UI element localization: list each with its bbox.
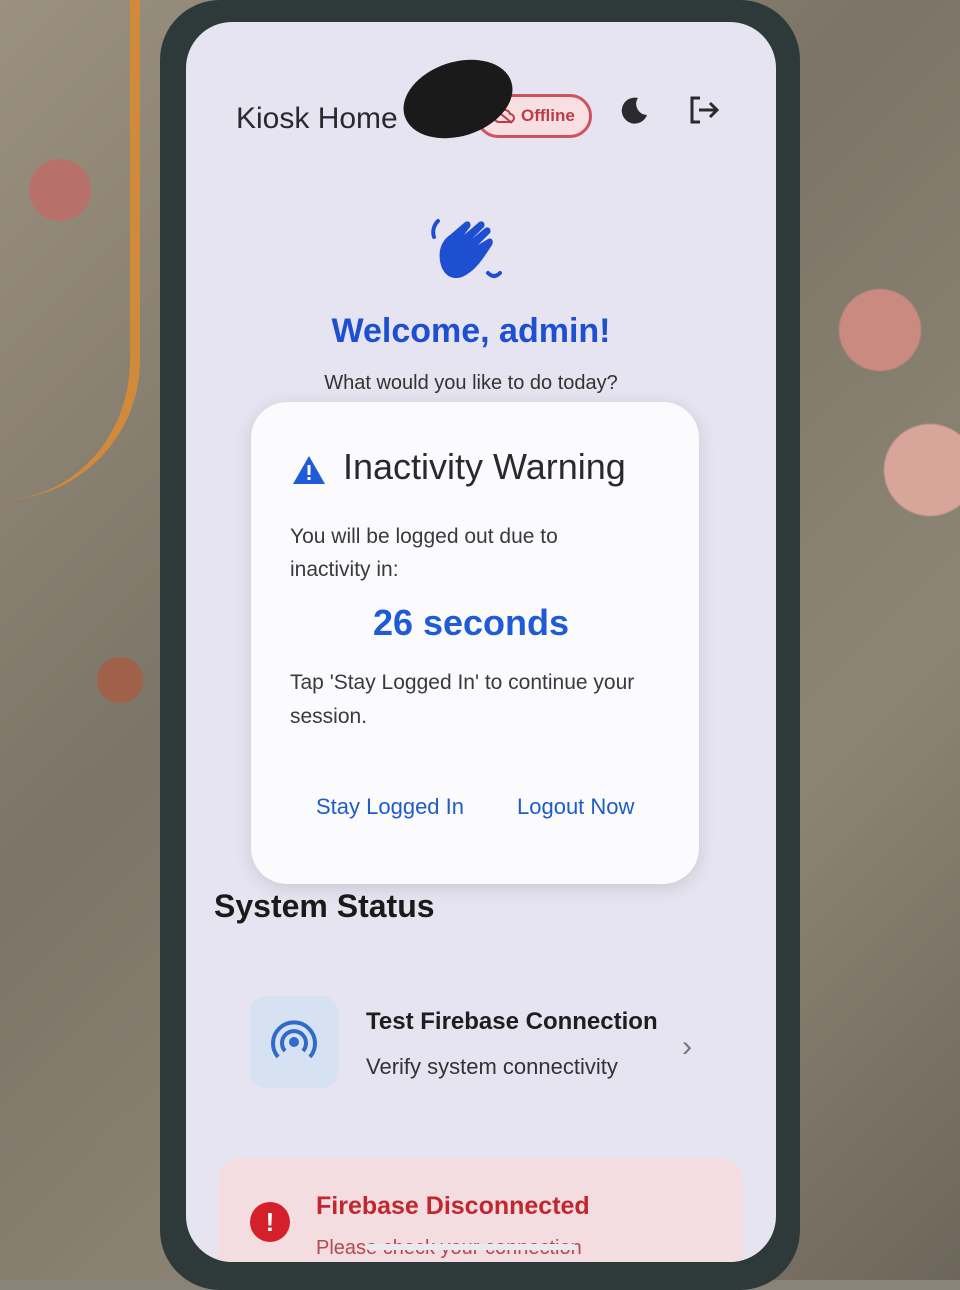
moon-icon[interactable] — [618, 95, 650, 127]
background-cable — [0, 0, 140, 500]
test-connection-title[interactable]: Test Firebase Connection — [366, 1008, 658, 1036]
error-icon: ! — [250, 1202, 290, 1242]
gesture-bar[interactable] — [366, 1244, 576, 1250]
logout-now-button[interactable]: Logout Now — [517, 794, 634, 820]
stay-logged-in-button[interactable]: Stay Logged In — [316, 794, 464, 820]
dialog-message: You will be logged out due to inactivity… — [290, 525, 558, 581]
test-connection-card-icon[interactable] — [250, 996, 338, 1088]
countdown-value: 26 seconds — [372, 602, 570, 643]
system-status-title: System Status — [214, 888, 435, 924]
firebase-error-title: Firebase Disconnected — [316, 1192, 590, 1220]
app-title: Kiosk Home — [236, 102, 398, 135]
dialog-note: Tap 'Stay Logged In' to continue your se… — [290, 671, 635, 728]
test-connection-subtitle: Verify system connectivity — [366, 1054, 618, 1079]
dialog-title: Inactivity Warning — [343, 446, 626, 487]
inactivity-dialog: Inactivity Warning You will be logged ou… — [251, 402, 699, 884]
wifi-signal-icon — [271, 1020, 317, 1059]
logout-icon[interactable] — [686, 92, 722, 128]
chevron-right-icon[interactable]: › — [682, 1030, 692, 1064]
welcome-subtitle: What would you like to do today? — [324, 372, 618, 394]
waving-hand-icon — [431, 219, 502, 279]
offline-label: Offline — [521, 106, 575, 125]
warning-icon — [293, 456, 325, 484]
welcome-heading: Welcome, admin! — [331, 312, 611, 350]
